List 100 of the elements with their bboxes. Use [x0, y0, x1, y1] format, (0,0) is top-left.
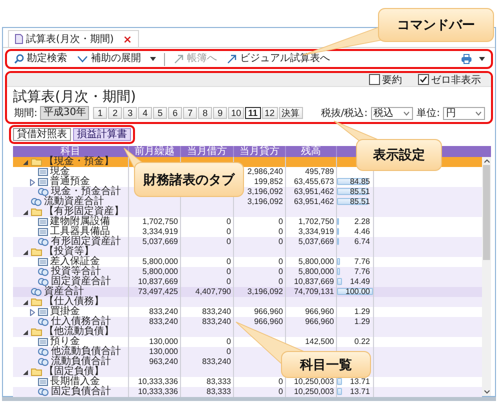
scrollbar[interactable] [482, 157, 491, 396]
month-button[interactable]: 5 [153, 107, 168, 119]
ratio-cell: 85.51 [350, 187, 370, 196]
month-button[interactable]: 7 [183, 107, 198, 119]
tax-select[interactable]: 税込 [370, 106, 413, 120]
circles-icon [38, 188, 49, 196]
account-name: 有形固定資産計 [51, 237, 121, 247]
amount-cell: 3,334,919 [142, 227, 178, 236]
print-button[interactable] [460, 53, 473, 65]
year-button[interactable]: 平成30年 [40, 106, 90, 120]
scroll-thumb[interactable] [483, 165, 490, 260]
month-button[interactable]: 9 [213, 107, 228, 119]
sheet-icon [38, 228, 48, 236]
checkbox[interactable] [418, 74, 429, 85]
month-button[interactable]: 1 [93, 107, 108, 119]
search-icon [14, 54, 24, 64]
month-button[interactable]: 3 [123, 107, 138, 119]
month-button[interactable]: 12 [262, 107, 278, 119]
amount-cell: 83,333 [206, 387, 231, 396]
expand-button[interactable]: 補助の展開 [74, 53, 144, 65]
amount-cell: 5,800,000 [298, 267, 334, 276]
account-name: 現金 [50, 167, 70, 177]
report-tab[interactable]: 貸借対照表 [13, 128, 71, 141]
amount-cell: 0 [226, 277, 231, 286]
table-row[interactable]: 投資等合計 5,800,000 0 0 5,800,000 7.76 [13, 267, 482, 277]
expanded-arrow-icon[interactable] [23, 250, 28, 254]
document-tab[interactable]: 試算表(月次・期間) × [8, 30, 140, 47]
dropdown-button[interactable] [148, 55, 158, 63]
ratio-cell: 13.71 [350, 387, 370, 396]
scroll-up-icon[interactable] [484, 159, 490, 163]
amount-cell: 833,240 [202, 317, 231, 326]
unit-select[interactable]: 円 [443, 106, 485, 120]
amount-cell: 966,960 [254, 307, 283, 316]
callout-tooltip: コマンドバー [378, 8, 494, 42]
amount-cell: 0 [278, 277, 283, 286]
expanded-arrow-icon[interactable] [23, 370, 28, 374]
account-name: 固定負債合計 [51, 387, 111, 397]
search-button[interactable]: 勘定検索 [11, 53, 70, 65]
scroll-down-icon[interactable] [484, 390, 490, 394]
collapsed-arrow-icon[interactable] [30, 178, 35, 186]
ratio-cell: 2.28 [354, 217, 370, 226]
amount-cell: 0 [278, 217, 283, 226]
report-tab[interactable]: 損益計算書 [73, 128, 131, 141]
month-button[interactable]: 4 [138, 107, 152, 119]
document-icon [15, 34, 23, 44]
sheet-icon [38, 178, 48, 186]
ratio-cell: 0.22 [354, 337, 370, 346]
amount-cell: 0 [226, 227, 231, 236]
circles-icon [31, 198, 42, 206]
amount-cell: 4,407,790 [195, 287, 231, 296]
amount-cell: 3,196,092 [247, 187, 283, 196]
month-button[interactable]: 10 [228, 107, 244, 119]
amount-cell: 833,240 [202, 357, 231, 366]
checkbox[interactable] [369, 74, 380, 85]
table-row[interactable]: 【投資等】 [13, 247, 482, 257]
option-checkbox[interactable]: ゼロ非表示 [418, 73, 481, 86]
circles-icon [38, 358, 49, 366]
account-name: 買掛金 [50, 307, 80, 317]
table-row[interactable]: 仕入債務合計 833,240 833,240 966,960 966,960 1.29 [13, 317, 482, 327]
account-name: 現金・預金合計 [51, 187, 121, 197]
amount-cell: 3,196,092 [247, 287, 283, 296]
table-row[interactable]: 資産合計 73,497,425 4,407,790 3,196,092 74,709,131 100.00 [13, 287, 482, 297]
ratio-cell: 100.00 [346, 287, 370, 296]
table-row[interactable]: 【有形固定資産】 [13, 207, 482, 217]
table-row[interactable]: 有形固定資産計 5,037,669 0 0 5,037,669 6.74 [13, 237, 482, 247]
account-name: 資産合計 [44, 287, 84, 297]
sheet-icon [38, 218, 48, 226]
account-name: 差入保証金 [50, 257, 100, 267]
option-checkbox[interactable]: 要約 [369, 73, 402, 86]
table-row[interactable]: 固定資産合計 10,837,669 0 0 10,837,669 14.49 [13, 277, 482, 287]
dropdown-button[interactable] [477, 55, 487, 63]
amount-cell: 142,500 [305, 337, 334, 346]
account-name: 【有形固定資産】 [44, 207, 124, 217]
expanded-arrow-icon[interactable] [23, 330, 28, 334]
month-button[interactable]: 決算 [278, 107, 303, 119]
amount-cell: 5,037,669 [142, 237, 178, 246]
month-button[interactable]: 6 [168, 107, 182, 119]
amount-cell: 0 [278, 237, 283, 246]
tax-label: 税抜/税込: [320, 106, 368, 120]
table-row[interactable]: 【他流動負債】 [13, 327, 482, 337]
amount-cell: 83,333 [206, 377, 231, 386]
expanded-arrow-icon[interactable] [23, 300, 28, 304]
table-row[interactable]: 流動資産合計 3,196,092 63,951,462 85.51 [13, 197, 482, 207]
amount-cell: 10,837,669 [294, 277, 334, 286]
amount-cell: 0 [278, 387, 283, 396]
table-row[interactable]: 固定負債合計 10,333,336 83,333 0 10,250,003 13.71 [13, 387, 482, 397]
amount-cell: 74,709,131 [294, 287, 334, 296]
close-button[interactable]: × [122, 34, 132, 44]
report-title: 試算表(月次・期間) [12, 88, 137, 106]
month-button[interactable]: 8 [198, 107, 212, 119]
expanded-arrow-icon[interactable] [23, 160, 28, 164]
collapsed-arrow-icon[interactable] [30, 308, 35, 316]
table-row[interactable]: 【仕入債務】 [13, 297, 482, 307]
amount-cell: 833,240 [149, 317, 178, 326]
expanded-arrow-icon[interactable] [23, 210, 28, 214]
month-button[interactable]: 2 [108, 107, 122, 119]
chevron-down-icon [77, 55, 88, 63]
chevron-down-icon [475, 110, 482, 116]
amount-cell: 10,250,003 [294, 387, 334, 396]
month-button[interactable]: 11 [245, 107, 261, 119]
